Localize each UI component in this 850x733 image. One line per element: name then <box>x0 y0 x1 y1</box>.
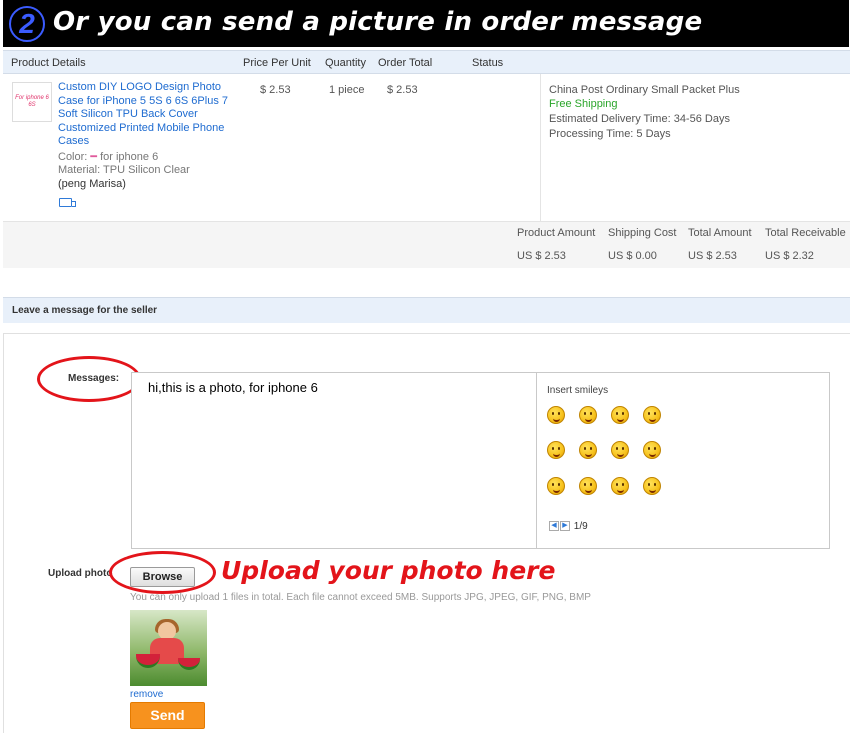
smiley-7-icon[interactable] <box>611 441 629 459</box>
shipping-method: China Post Ordinary Small Packet Plus <box>549 84 740 96</box>
total-amount-value: US $ 2.53 <box>688 250 737 262</box>
order-totals: Product Amount US $ 2.53 Shipping Cost U… <box>3 222 850 268</box>
upload-callout-text: Upload your photo here <box>221 556 556 585</box>
upload-restrictions-note: You can only upload 1 files in total. Ea… <box>130 592 591 603</box>
smiley-12-icon[interactable] <box>643 477 661 495</box>
product-material: Material: TPU Silicon Clear <box>58 164 190 176</box>
header-quantity: Quantity <box>325 57 366 69</box>
banner-text: Or you can send a picture in order messa… <box>53 7 703 37</box>
instruction-banner: 2 Or you can send a picture in order mes… <box>3 0 849 47</box>
header-price-per-unit: Price Per Unit <box>243 57 311 69</box>
insert-smileys-title: Insert smileys <box>547 385 609 396</box>
smiley-page-count: 1/9 <box>573 521 588 532</box>
shipping-truck-icon[interactable] <box>59 198 76 207</box>
upload-photo-label: Upload photo <box>48 568 113 579</box>
message-textarea-box[interactable]: hi,this is a photo, for iphone 6 Insert … <box>131 372 830 549</box>
smiley-pager: ◀ ▶ 1/9 <box>549 521 588 532</box>
smiley-panel: Insert smileys ◀ ▶ 1/9 <box>536 373 830 548</box>
uploaded-photo-thumbnail <box>130 610 207 686</box>
order-total-value: $ 2.53 <box>387 84 418 96</box>
highlight-oval-browse <box>109 551 216 594</box>
smiley-2-icon[interactable] <box>579 406 597 424</box>
smiley-11-icon[interactable] <box>611 477 629 495</box>
total-receivable-value: US $ 2.32 <box>765 250 814 262</box>
header-status: Status <box>472 57 504 69</box>
product-thumbnail[interactable]: For iphone 6 6S <box>12 82 52 122</box>
product-row: For iphone 6 6S Custom DIY LOGO Design P… <box>3 74 850 222</box>
header-order-total: Order Total <box>378 57 433 69</box>
highlight-oval-messages <box>37 356 141 402</box>
product-amount-value: US $ 2.53 <box>517 250 566 262</box>
message-section-title: Leave a message for the seller <box>12 305 158 316</box>
delivery-time: Estimated Delivery Time: 34-56 Days <box>549 113 730 125</box>
remove-photo-link[interactable]: remove <box>130 689 163 700</box>
buyer-name: (peng Marisa) <box>58 178 126 190</box>
next-page-icon[interactable]: ▶ <box>560 521 570 532</box>
quantity-value: 1 piece <box>329 84 365 96</box>
total-receivable-label: Total Receivable <box>765 227 846 239</box>
send-button[interactable]: Send <box>130 702 205 729</box>
total-amount-label: Total Amount <box>688 227 752 239</box>
step-number: 2 <box>9 6 45 42</box>
smiley-3-icon[interactable] <box>611 406 629 424</box>
smiley-8-icon[interactable] <box>643 441 661 459</box>
color-swatch-icon: ━ <box>90 151 98 163</box>
smiley-10-icon[interactable] <box>579 477 597 495</box>
smiley-9-icon[interactable] <box>547 477 565 495</box>
smiley-1-icon[interactable] <box>547 406 565 424</box>
prev-page-icon[interactable]: ◀ <box>549 521 559 532</box>
order-table-header: Product Details Price Per Unit Quantity … <box>3 50 850 74</box>
color-value: for iphone 6 <box>100 151 159 163</box>
unit-price: $ 2.53 <box>260 84 291 96</box>
product-amount-label: Product Amount <box>517 227 596 239</box>
smiley-5-icon[interactable] <box>547 441 565 459</box>
processing-time: Processing Time: 5 Days <box>549 128 671 140</box>
header-product-details: Product Details <box>11 57 86 69</box>
product-title-link[interactable]: Custom DIY LOGO Design Photo Case for iP… <box>58 81 228 149</box>
shipping-cost-value: US $ 0.00 <box>608 250 657 262</box>
product-color: Color: ━ for iphone 6 <box>58 150 158 163</box>
shipping-info: China Post Ordinary Small Packet Plus Fr… <box>540 74 850 221</box>
message-textarea[interactable]: hi,this is a photo, for iphone 6 <box>148 380 318 395</box>
color-label: Color: <box>58 151 88 163</box>
smiley-4-icon[interactable] <box>643 406 661 424</box>
free-shipping-label: Free Shipping <box>549 98 618 110</box>
message-section-header: Leave a message for the seller <box>3 297 850 323</box>
shipping-cost-label: Shipping Cost <box>608 227 677 239</box>
smiley-6-icon[interactable] <box>579 441 597 459</box>
